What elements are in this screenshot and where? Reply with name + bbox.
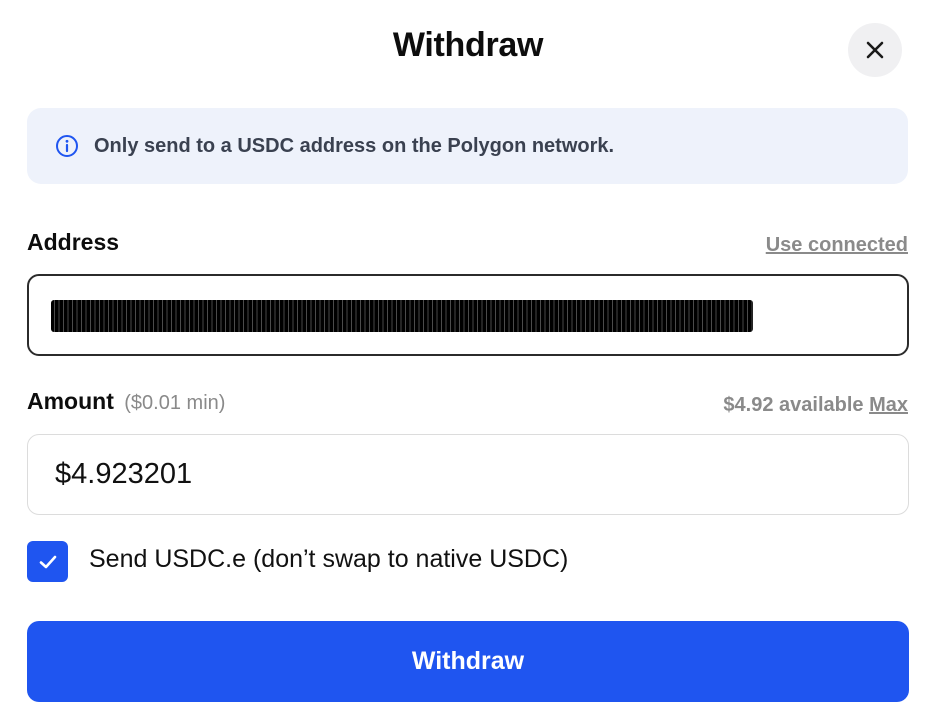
send-usdce-label[interactable]: Send USDC.e (don’t swap to native USDC)	[89, 545, 568, 574]
redacted-address	[51, 300, 753, 332]
address-label: Address	[27, 229, 120, 255]
network-notice: Only send to a USDC address on the Polyg…	[27, 108, 908, 184]
amount-value: $4.923201	[55, 458, 193, 490]
amount-min-note: ($0.01 min)	[124, 392, 226, 414]
info-icon	[56, 135, 78, 157]
close-icon	[866, 41, 884, 59]
available-text: $4.92 available	[723, 394, 864, 416]
use-connected-link[interactable]: Use connected	[766, 234, 908, 257]
max-link[interactable]: Max	[869, 394, 908, 416]
amount-input[interactable]: $4.923201	[27, 434, 909, 515]
withdraw-modal: Withdraw Only send to a USDC address on …	[0, 0, 936, 724]
withdraw-button[interactable]: Withdraw	[27, 621, 909, 702]
amount-label: Amount	[27, 388, 114, 414]
address-input[interactable]	[27, 274, 909, 356]
checkmark-icon	[39, 555, 56, 568]
notice-text: Only send to a USDC address on the Polyg…	[94, 134, 615, 157]
modal-title: Withdraw	[392, 26, 544, 64]
send-usdce-checkbox[interactable]	[27, 541, 68, 582]
close-button[interactable]	[848, 23, 902, 77]
amount-label-row: Amount ($0.01 min)	[27, 388, 225, 415]
available-balance: $4.92 available Max	[723, 394, 908, 417]
